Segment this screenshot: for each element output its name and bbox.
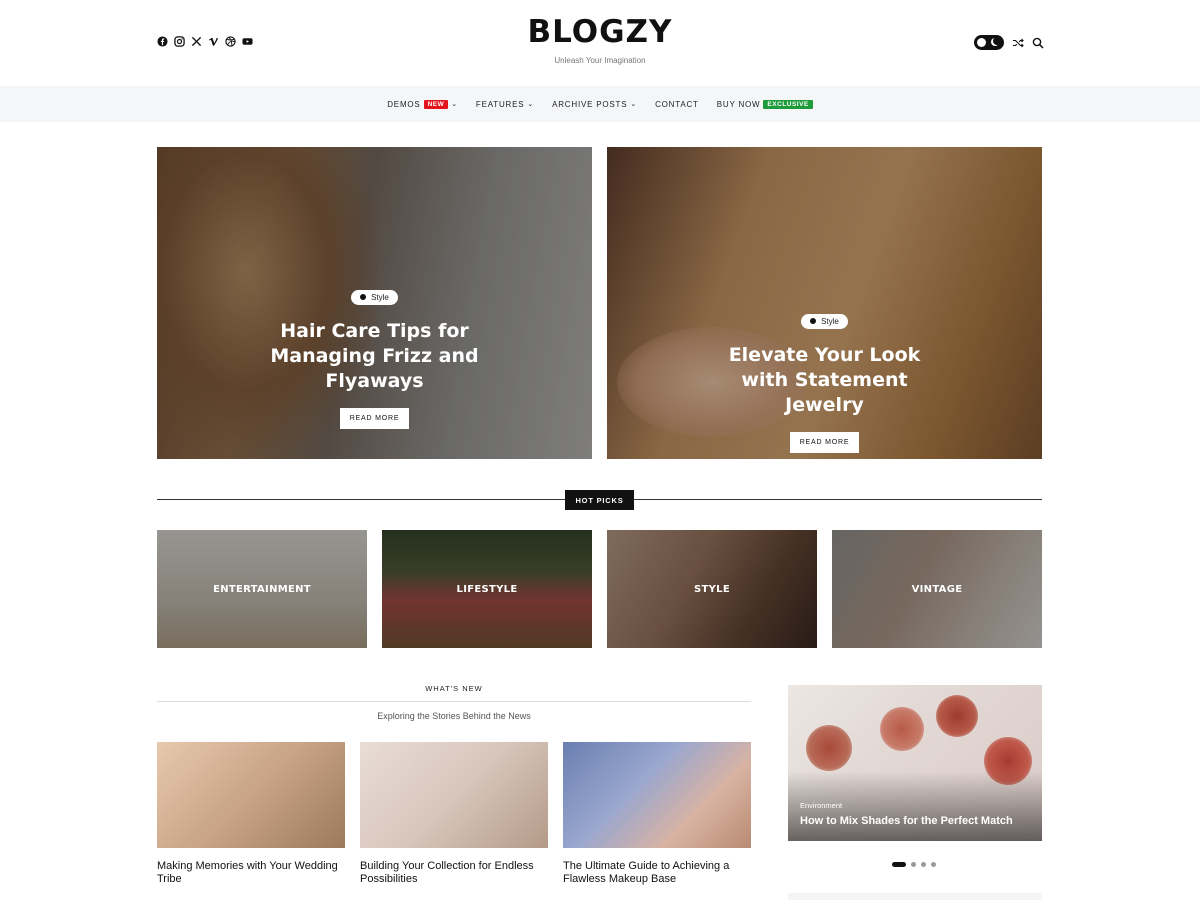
- toggle-knob: [977, 38, 986, 47]
- slide-category[interactable]: Environment: [800, 801, 842, 810]
- tile-label: LIFESTYLE: [456, 583, 518, 595]
- slide-image-detail: [880, 707, 924, 751]
- nav-item-demos[interactable]: DEMOS NEW ⌄: [387, 99, 458, 109]
- nav-item-label: BUY NOW: [716, 99, 761, 109]
- slider-pagination: [892, 862, 936, 867]
- search-icon[interactable]: [1032, 37, 1044, 49]
- tile-label: STYLE: [694, 583, 730, 595]
- post-thumbnail[interactable]: [563, 742, 751, 848]
- post-title[interactable]: Making Memories with Your Wedding Tribe: [157, 860, 345, 886]
- slider-dot-active[interactable]: [892, 862, 906, 867]
- category-tile-style[interactable]: STYLE: [607, 530, 817, 648]
- chevron-down-icon: ⌄: [451, 101, 458, 108]
- post-thumbnail[interactable]: [360, 742, 548, 848]
- dark-mode-toggle[interactable]: [974, 35, 1004, 50]
- dot-icon: [810, 318, 817, 324]
- category-tile-entertainment[interactable]: ENTERTAINMENT: [157, 530, 367, 648]
- shuffle-icon[interactable]: [1012, 37, 1024, 49]
- header-tools: [974, 35, 1044, 50]
- category-pill[interactable]: Style: [351, 289, 398, 305]
- chevron-down-icon: ⌄: [527, 101, 535, 108]
- slide-image-detail: [806, 725, 852, 771]
- section-divider: [157, 701, 751, 702]
- post-card[interactable]: Building Your Collection for Endless Pos…: [360, 742, 548, 886]
- site-tagline: Unleash Your Imagination: [554, 56, 646, 65]
- hero-content: Style Elevate Your Look with Statement J…: [607, 309, 1042, 453]
- nav-item-label: DEMOS: [387, 99, 421, 109]
- hot-picks-label: HOT PICKS: [565, 490, 634, 510]
- category-label: Style: [821, 316, 839, 326]
- post-thumbnail[interactable]: [157, 742, 345, 848]
- slider-dot[interactable]: [921, 862, 926, 867]
- read-more-button[interactable]: READ MORE: [339, 407, 410, 429]
- nav-item-label: CONTACT: [655, 99, 699, 109]
- sidebar-widget: [788, 893, 1042, 900]
- dot-icon: [360, 294, 367, 300]
- post-title[interactable]: The Ultimate Guide to Achieving a Flawle…: [563, 860, 751, 886]
- nav-item-archive-posts[interactable]: ARCHIVE POSTS ⌄: [552, 100, 637, 109]
- hero-post-card[interactable]: Style Elevate Your Look with Statement J…: [607, 147, 1042, 459]
- hero-post-card[interactable]: Style Hair Care Tips for Managing Frizz …: [157, 147, 592, 459]
- hero-post-title[interactable]: Elevate Your Look with Statement Jewelry: [607, 343, 1042, 418]
- category-tile-vintage[interactable]: VINTAGE: [832, 530, 1042, 648]
- post-title[interactable]: Building Your Collection for Endless Pos…: [360, 860, 548, 886]
- section-title: WHAT'S NEW: [425, 684, 483, 693]
- main-nav: DEMOS NEW ⌄ FEATURES ⌄ ARCHIVE POSTS ⌄ C…: [0, 86, 1200, 122]
- read-more-button[interactable]: READ MORE: [789, 431, 860, 453]
- section-subtitle: Exploring the Stories Behind the News: [377, 711, 531, 721]
- category-label: Style: [371, 292, 389, 302]
- moon-icon: [991, 37, 1001, 46]
- nav-item-buy-now[interactable]: BUY NOW EXCLUSIVE: [716, 99, 813, 109]
- post-card[interactable]: The Ultimate Guide to Achieving a Flawle…: [563, 742, 751, 886]
- new-badge: NEW: [423, 99, 449, 109]
- hero-content: Style Hair Care Tips for Managing Frizz …: [157, 285, 592, 429]
- hero-post-title[interactable]: Hair Care Tips for Managing Frizz and Fl…: [157, 319, 592, 394]
- nav-item-label: FEATURES: [475, 99, 525, 109]
- slide-image-detail: [936, 695, 978, 737]
- category-pill[interactable]: Style: [801, 313, 848, 329]
- site-header: BLOGZY Unleash Your Imagination: [0, 0, 1200, 86]
- chevron-down-icon: ⌄: [630, 101, 638, 108]
- post-card[interactable]: Making Memories with Your Wedding Tribe: [157, 742, 345, 886]
- nav-item-label: ARCHIVE POSTS: [552, 99, 628, 109]
- nav-item-contact[interactable]: CONTACT: [655, 100, 699, 109]
- slider-dot[interactable]: [931, 862, 936, 867]
- slide-title[interactable]: How to Mix Shades for the Perfect Match: [800, 815, 1013, 827]
- exclusive-badge: EXCLUSIVE: [763, 99, 813, 109]
- sidebar-slide[interactable]: Environment How to Mix Shades for the Pe…: [788, 685, 1042, 841]
- nav-item-features[interactable]: FEATURES ⌄: [476, 100, 534, 109]
- tile-label: VINTAGE: [911, 583, 963, 595]
- category-tile-lifestyle[interactable]: LIFESTYLE: [382, 530, 592, 648]
- tile-label: ENTERTAINMENT: [213, 583, 311, 595]
- slider-dot[interactable]: [911, 862, 916, 867]
